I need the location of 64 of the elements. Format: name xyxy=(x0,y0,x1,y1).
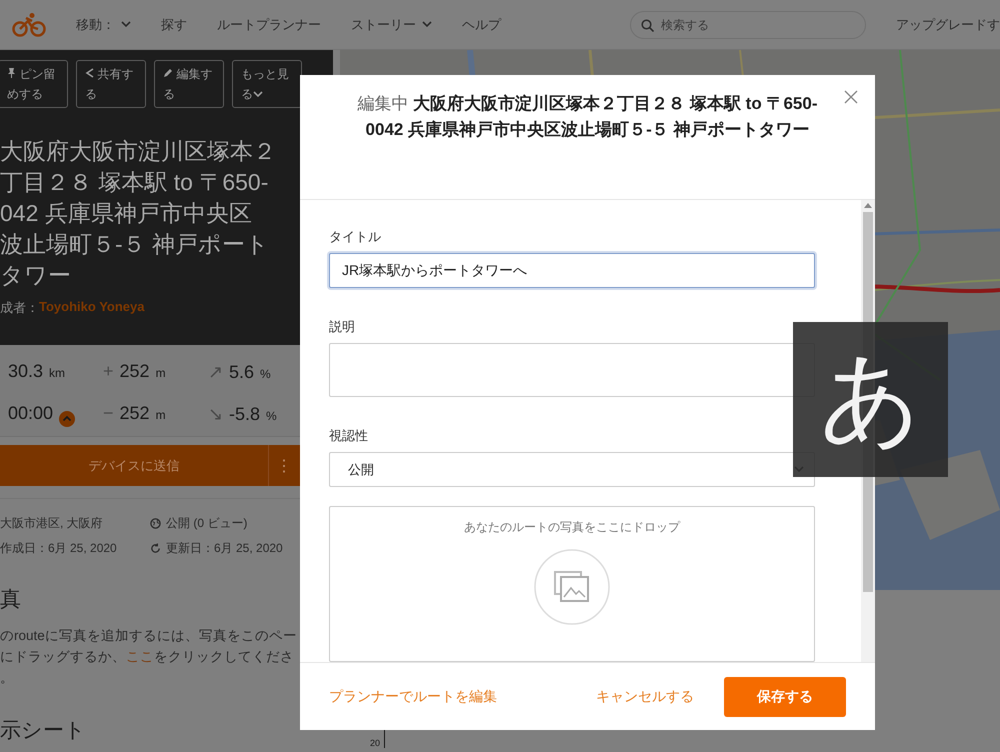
chevron-icon xyxy=(422,21,432,28)
route-title: 大阪府大阪市淀川区塚本２ 丁目２８ 塚本駅 to 〒650- 042 兵庫県神戸市中央区 波止場町５-５ 神戸ポート タワー xyxy=(0,137,276,290)
stat-value: 00:00 xyxy=(8,402,54,424)
stat-icon: + xyxy=(103,361,114,382)
stat-value: 30.3 xyxy=(8,361,44,382)
cancel-link[interactable]: キャンセルする xyxy=(596,688,694,706)
photos-paragraph: のrouteに写真を追加するには、写真をこのペー にドラッグするか、ここ をクリックしてくださ 。 xyxy=(0,627,297,687)
chevron-badge-icon xyxy=(59,411,76,428)
share-icon xyxy=(85,68,94,78)
stat-icon: ↘ xyxy=(208,402,223,424)
cyclist-logo-icon[interactable] xyxy=(12,12,46,38)
author-label: 成者： xyxy=(0,299,39,317)
title-input[interactable]: JR塚本駅からポートタワーへ xyxy=(329,253,815,288)
section-heading: 真 xyxy=(0,587,21,613)
save-button[interactable]: 保存する xyxy=(724,676,846,716)
stat-value: 5.6 xyxy=(229,362,254,383)
click-here-link[interactable]: ここ xyxy=(126,649,154,664)
stat-unit: % xyxy=(266,408,277,422)
field-label: タイトル xyxy=(329,228,381,246)
stat-value: 252 xyxy=(120,361,150,382)
field-label: 視認性 xyxy=(329,427,368,446)
stat-unit: % xyxy=(260,367,271,381)
section-heading: 示シート xyxy=(0,718,86,744)
pencil-icon xyxy=(163,68,173,78)
nav-link[interactable]: ヘルプ xyxy=(462,16,501,34)
dialog-title: 編集中 大阪府大阪市淀川区塚本２丁目２８ 塚本駅 to 〒650-0042 兵庫県神戸市中央区波止場町５-５ 神戸ポートタワー xyxy=(356,93,818,141)
stat-icon: ↗ xyxy=(208,361,223,383)
stat-unit: m xyxy=(156,408,166,422)
action-button[interactable]: もっと見る xyxy=(232,60,302,108)
field-label: 説明 xyxy=(329,318,355,336)
stat-icon: − xyxy=(103,402,114,424)
photo-dropzone[interactable]: あなたのルートの写真をここにドロップ xyxy=(329,506,815,662)
close-button[interactable] xyxy=(843,89,859,105)
search-icon xyxy=(641,18,654,32)
globe-icon xyxy=(150,518,161,529)
ime-indicator-tooltip: あ xyxy=(793,322,948,477)
action-button[interactable]: 編集する xyxy=(154,60,224,108)
stat-value: 252 xyxy=(120,402,150,424)
photo-icon xyxy=(533,548,611,626)
scroll-up-icon[interactable] xyxy=(864,203,872,208)
nav-link[interactable]: ルートプランナー xyxy=(217,16,321,34)
nav-link[interactable]: ストーリー xyxy=(351,16,432,34)
stat-unit: km xyxy=(49,366,66,380)
author-link[interactable]: Toyohiko Yoneya xyxy=(39,299,144,317)
pin-icon xyxy=(7,68,16,78)
nav-link[interactable]: 移動： xyxy=(76,16,131,34)
refresh-icon xyxy=(150,543,161,554)
action-button[interactable]: 共有する xyxy=(76,60,146,108)
stat-value: -5.8 xyxy=(229,404,260,424)
search-field[interactable]: 検索する xyxy=(630,10,866,38)
action-button[interactable]: ピン留めする xyxy=(0,60,68,108)
meta-text: 作成日：6月 25, 2020 xyxy=(0,540,117,557)
visibility-select[interactable]: 公開 xyxy=(329,452,815,487)
dropzone-hint: あなたのルートの写真をここにドロップ xyxy=(464,518,680,536)
chevron-icon xyxy=(253,91,263,98)
chevron-icon xyxy=(121,21,131,28)
axis-tick-label: 20 xyxy=(370,738,380,748)
nav-link[interactable]: 探す xyxy=(161,16,187,34)
meta-text: 公開 (0 ビュー) xyxy=(166,515,248,532)
stat-unit: m xyxy=(156,366,166,380)
edit-in-planner-link[interactable]: プランナーでルートを編集 xyxy=(329,688,497,706)
meta-text: 大阪市港区, 大阪府 xyxy=(0,515,103,532)
upgrade-link[interactable]: アップグレードす xyxy=(896,16,1000,34)
meta-text: 更新日：6月 25, 2020 xyxy=(166,540,283,557)
